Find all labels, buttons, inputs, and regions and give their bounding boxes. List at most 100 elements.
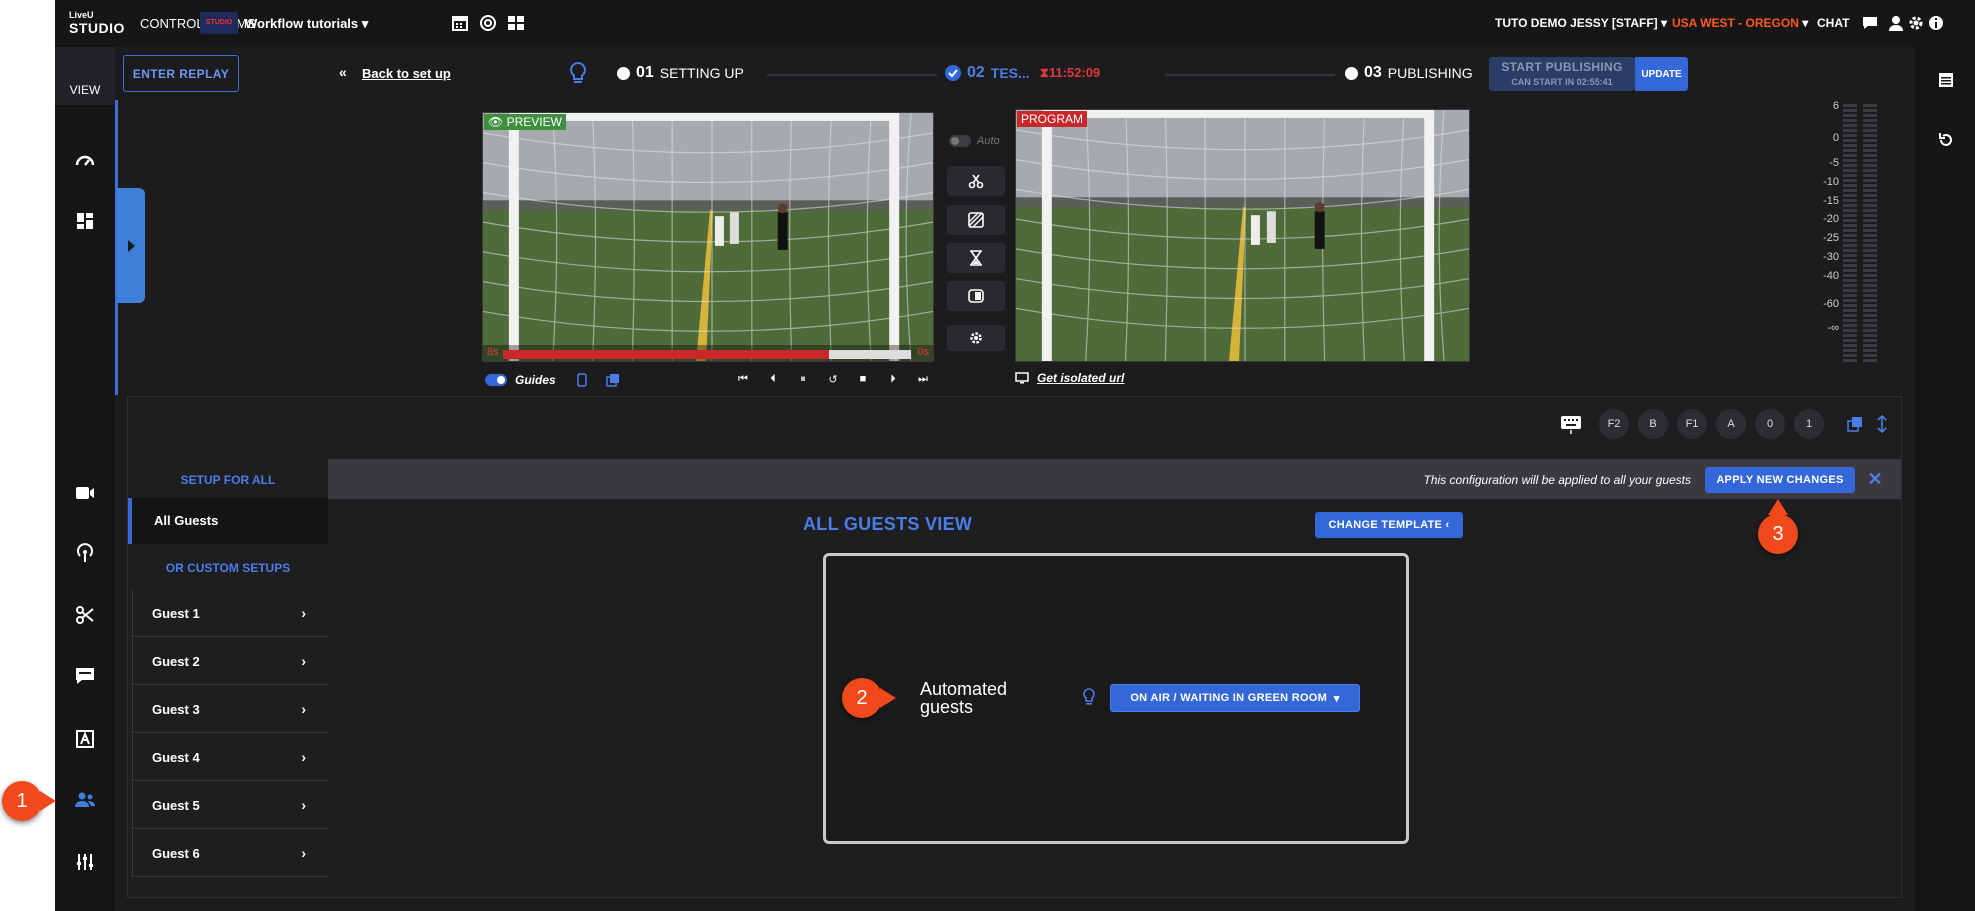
guest-mode-value: ON AIR / WAITING IN GREEN ROOM (1130, 692, 1328, 704)
expand-drawer-button[interactable] (117, 188, 145, 303)
callout-2: 2 (842, 678, 882, 718)
scissors-icon[interactable] (73, 603, 97, 627)
message-icon[interactable] (73, 664, 97, 688)
stinger-transition-button[interactable] (947, 281, 1005, 311)
layout-icon[interactable] (73, 209, 97, 233)
meter-tick-label: -25 (1823, 232, 1839, 244)
step-connector (767, 74, 937, 76)
guest-item[interactable]: Guest 2 › (132, 638, 328, 685)
workspace-dropdown[interactable]: Workflow tutorials ▾ (245, 16, 368, 32)
audio-meter-right (1863, 104, 1877, 362)
broadcast-icon[interactable] (73, 541, 97, 565)
shortcut-key[interactable]: F1 (1677, 409, 1707, 439)
region-selector[interactable]: USA WEST - OREGON ▾ (1672, 16, 1808, 30)
step2-number: 02 (967, 64, 985, 81)
isolated-url-link[interactable]: Get isolated url (1015, 371, 1124, 385)
pause-icon[interactable]: ⏸ (795, 372, 811, 386)
preview-monitor[interactable]: 👁 PREVIEW 8s 0s (482, 112, 934, 362)
wipe-transition-button[interactable] (947, 205, 1005, 235)
meter-tick-label: -5 (1829, 157, 1839, 169)
panel-actions (1833, 415, 1887, 433)
update-button[interactable]: UPDATE (1635, 57, 1688, 91)
shortcut-key[interactable]: 1 (1794, 409, 1824, 439)
shortcut-key[interactable]: 0 (1755, 409, 1785, 439)
lightbulb-hint-icon[interactable] (1082, 688, 1096, 708)
auto-toggle[interactable]: Auto (949, 135, 1000, 147)
user-icon[interactable] (1887, 14, 1905, 32)
wipe-icon (968, 212, 984, 228)
enter-replay-button[interactable]: ENTER REPLAY (123, 55, 239, 92)
liveu-studio-logo[interactable]: LiveU STUDIO (69, 10, 125, 36)
audio-meter-scale: 6 0 -5 -10 -15 -20 -25 -30 -40 -60 -∞ (1805, 100, 1839, 365)
chevron-right-icon (128, 239, 135, 252)
step-testing[interactable]: 02 TES... ⧗11:52:09 (945, 64, 1100, 82)
control-rooms-link[interactable]: CONTROL ROOMS (140, 16, 256, 31)
shortcut-key[interactable]: F2 (1599, 409, 1629, 439)
undo-icon[interactable] (1937, 131, 1955, 149)
info-icon[interactable] (1927, 14, 1945, 32)
guest-item[interactable]: Guest 6 › (132, 830, 328, 877)
dashboard-icon[interactable] (73, 149, 97, 173)
layers-icon[interactable] (1847, 416, 1863, 432)
chat-bubble-icon[interactable] (1861, 14, 1879, 32)
playback-controls: ⏮ ⏴ ⏸ ↺ ■ ⏵ ⏭ (735, 372, 931, 386)
right-rail (1915, 47, 1975, 911)
step-forward-icon[interactable]: ⏵ (885, 372, 901, 386)
close-icon[interactable]: ✕ (1865, 467, 1885, 491)
guides-switch[interactable] (485, 374, 507, 386)
calendar-icon[interactable] (451, 14, 469, 32)
monitor-icon (1015, 372, 1029, 384)
shortcut-key[interactable]: B (1638, 409, 1668, 439)
text-icon[interactable] (73, 727, 97, 751)
guest-name: Guest 1 (152, 606, 200, 621)
scrub-track[interactable] (503, 350, 911, 359)
mobile-icon[interactable] (576, 373, 588, 387)
start-publishing-label: START PUBLISHING (1501, 60, 1623, 74)
guest-item[interactable]: Guest 1 › (132, 590, 328, 637)
keyboard-icon[interactable] (1560, 413, 1582, 435)
multiview-icon[interactable] (507, 14, 525, 32)
back-to-setup-link[interactable]: Back to set up (362, 66, 451, 81)
guests-icon[interactable] (73, 788, 97, 812)
step-setting-up[interactable]: 01 SETTING UP (617, 64, 744, 82)
lightbulb-icon[interactable] (568, 61, 588, 87)
program-monitor[interactable]: PROGRAM (1015, 109, 1470, 362)
guest-mode-dropdown[interactable]: ON AIR / WAITING IN GREEN ROOM ▾ (1110, 684, 1360, 712)
hourglass-transition-button[interactable] (947, 243, 1005, 273)
copy-layers-icon[interactable] (605, 373, 620, 387)
stop-icon[interactable]: ■ (855, 372, 871, 386)
skip-to-start-icon[interactable]: ⏮ (735, 372, 751, 386)
config-notice-text: This configuration will be applied to al… (1423, 473, 1691, 487)
preview-scrubber[interactable]: 8s 0s (483, 345, 933, 361)
timer-value: 11:52:09 (1048, 65, 1101, 80)
guest-item[interactable]: Guest 3 › (132, 686, 328, 733)
guides-toggle[interactable]: Guides (485, 373, 620, 387)
mixer-icon[interactable] (73, 850, 97, 874)
eye-icon: 👁 (488, 115, 504, 129)
all-guests-item[interactable]: All Guests (128, 498, 328, 544)
left-rail: VIEW (55, 47, 115, 911)
change-template-button[interactable]: CHANGE TEMPLATE ‹ (1315, 512, 1463, 538)
apply-new-changes-button[interactable]: APPLY NEW CHANGES (1705, 467, 1855, 493)
settings-gear-icon[interactable] (1907, 14, 1925, 32)
user-menu[interactable]: TUTO DEMO JESSY [STAFF] ▾ (1495, 16, 1667, 30)
auto-switch[interactable] (949, 135, 971, 147)
camera-icon[interactable] (73, 481, 97, 505)
lifebuoy-icon[interactable] (479, 14, 497, 32)
chevron-right-icon: › (301, 797, 306, 813)
step-publishing[interactable]: 03 PUBLISHING (1345, 64, 1473, 82)
guest-item[interactable]: Guest 5 › (132, 782, 328, 829)
start-publishing-button[interactable]: START PUBLISHING CAN START IN 02:55:41 (1489, 57, 1635, 91)
transition-settings-button[interactable] (947, 325, 1005, 351)
workspace-badge: STUDIO (200, 12, 238, 34)
skip-to-end-icon[interactable]: ⏭ (915, 372, 931, 386)
cut-transition-button[interactable] (947, 166, 1005, 196)
automated-line-2: guests (920, 697, 974, 717)
notes-icon[interactable] (1937, 71, 1955, 89)
step-back-icon[interactable]: ⏴ (765, 372, 781, 386)
shortcut-key[interactable]: A (1716, 409, 1746, 439)
guest-item[interactable]: Guest 4 › (132, 734, 328, 781)
chat-link[interactable]: CHAT (1817, 16, 1849, 30)
replay-icon[interactable]: ↺ (825, 372, 841, 386)
resize-vertical-icon[interactable] (1877, 415, 1887, 433)
